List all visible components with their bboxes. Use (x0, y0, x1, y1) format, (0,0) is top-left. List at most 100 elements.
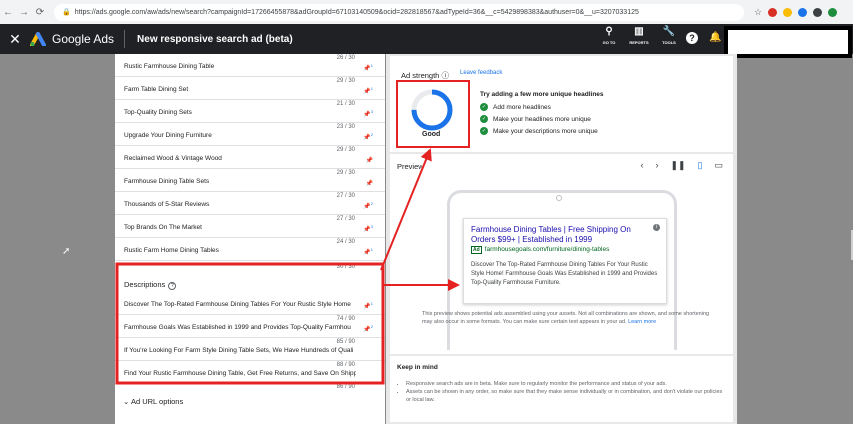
description-row[interactable]: 88 / 90 Find Your Rustic Farmhouse Dinin… (115, 361, 385, 384)
description-text[interactable]: Farmhouse Goals Was Established in 1999 … (124, 324, 356, 331)
pin-icon[interactable]: 📌1 (363, 86, 373, 95)
reload-icon[interactable]: ⟳ (32, 7, 48, 18)
headline-text[interactable]: Upgrade Your Dining Furniture (124, 132, 356, 139)
headline-row[interactable]: Rustic Farmhouse Dining Table 📌1 (115, 54, 385, 77)
pin-icon[interactable]: 📌1 (363, 247, 373, 256)
help-icon[interactable]: ⓘ (441, 71, 449, 80)
back-icon[interactable]: ← (0, 7, 16, 18)
headline-text[interactable]: Farm Table Dining Set (124, 86, 356, 93)
description-row[interactable]: Discover The Top-Rated Farmhouse Dining … (115, 292, 385, 315)
tip-item: ✓ Make your descriptions more unique (480, 127, 598, 135)
google-ads-logo[interactable]: Google Ads (30, 30, 126, 48)
pin-icon[interactable]: 📌2 (363, 201, 373, 210)
headline-row[interactable]: 29 / 30 Farm Table Dining Set 📌1 (115, 77, 385, 100)
desktop-icon[interactable]: ▭ (714, 160, 723, 171)
description-count: 74 / 90 (336, 316, 355, 322)
chevron-left-icon[interactable]: ‹ (640, 160, 643, 171)
headline-text[interactable]: Thousands of 5-Star Reviews (124, 201, 356, 208)
tips-heading: Try adding a few more unique headlines (480, 91, 604, 98)
wrench-icon: 🔧 (662, 26, 676, 37)
description-text[interactable]: If You're Looking For Farm Style Dining … (124, 347, 356, 354)
ad-url-options-toggle[interactable]: ⌄ Ad URL options (123, 397, 183, 406)
info-icon[interactable]: i (653, 224, 660, 231)
headline-text[interactable]: Rustic Farm Home Dining Tables (124, 247, 356, 254)
extension-pen-icon[interactable] (798, 7, 808, 17)
ad-description: Discover The Top-Rated Farmhouse Dining … (471, 262, 658, 286)
keep-in-mind-card: Keep in mind Responsive search ads are i… (390, 356, 733, 422)
pin-icon[interactable]: 📌2 (363, 324, 373, 333)
extension-icons: ☆ (754, 7, 838, 17)
description-row[interactable]: 85 / 90 If You're Looking For Farm Style… (115, 338, 385, 361)
pin-icon[interactable]: 📌 (366, 178, 373, 187)
learn-more-link[interactable]: Learn more (628, 319, 656, 325)
headline-text[interactable]: Top-Quality Dining Sets (124, 109, 356, 116)
headline-count: 30 / 30 (336, 264, 355, 270)
leave-feedback-link[interactable]: Leave feedback (460, 70, 502, 76)
help-icon[interactable]: ? (686, 32, 698, 44)
lock-icon: 🔒 (62, 9, 71, 16)
headline-row[interactable]: 29 / 30 Farmhouse Dining Table Sets 📌 (115, 169, 385, 192)
ad-url-options-label: Ad URL options (130, 397, 184, 406)
description-row[interactable]: 74 / 90 Farmhouse Goals Was Established … (115, 315, 385, 338)
tools-button[interactable]: 🔧 TOOLS (658, 26, 680, 45)
extension-multicolor-icon[interactable] (783, 7, 793, 17)
chevron-right-icon[interactable]: › (655, 160, 658, 171)
pin-icon[interactable]: 📌 (366, 155, 373, 164)
page-title: New responsive search ad (beta) (137, 33, 293, 45)
description-text[interactable]: Find Your Rustic Farmhouse Dining Table,… (124, 370, 356, 377)
description-count: 88 / 90 (336, 362, 355, 368)
headline-text[interactable]: Farmhouse Dining Table Sets (124, 178, 356, 185)
phone-speaker (556, 195, 562, 201)
extension-green-icon[interactable] (828, 7, 838, 17)
headline-count: 27 / 30 (336, 216, 355, 222)
preview-title: Preview (397, 162, 424, 171)
extension-dark-icon[interactable] (813, 7, 823, 17)
tip-item: ✓ Make your headlines more unique (480, 115, 591, 123)
star-icon[interactable]: ☆ (754, 7, 762, 17)
search-icon: ⚲ (605, 26, 613, 37)
headline-row[interactable]: 27 / 30 Top Brands On The Market 📌3 (115, 215, 385, 238)
headline-text[interactable]: Top Brands On The Market (124, 224, 356, 231)
description-text[interactable]: Discover The Top-Rated Farmhouse Dining … (124, 301, 356, 308)
check-circle-icon: ✓ (480, 103, 488, 111)
headline-row[interactable]: 24 / 30 Rustic Farm Home Dining Tables 📌… (115, 238, 385, 261)
pin-icon[interactable]: 📌1 (363, 301, 373, 310)
chevron-down-icon: ⌄ (123, 397, 130, 406)
headline-text[interactable]: Reclaimed Wood & Vintage Wood (124, 155, 356, 162)
pin-icon[interactable]: 📌2 (363, 132, 373, 141)
mouse-cursor-icon: ➚ (62, 246, 71, 257)
pause-icon[interactable]: ❚❚ (670, 160, 685, 171)
ad-headline[interactable]: Farmhouse Dining Tables | Free Shipping … (471, 225, 651, 245)
mobile-icon[interactable]: ▯ (698, 160, 703, 171)
forward-icon[interactable]: → (16, 7, 32, 18)
preview-note: This preview shows potential ads assembl… (422, 311, 710, 325)
pin-icon[interactable]: 📌1 (363, 63, 373, 72)
pin-icon[interactable]: 📌3 (363, 224, 373, 233)
close-icon[interactable]: ✕ (0, 31, 30, 48)
ad-strength-rating: Good (422, 131, 441, 138)
pin-icon[interactable]: 📌3 (363, 109, 373, 118)
go-to-button[interactable]: ⚲ GO TO (598, 26, 620, 45)
keep-in-mind-list: Responsive search ads are in beta. Make … (406, 380, 726, 404)
headline-row[interactable]: 29 / 30 Reclaimed Wood & Vintage Wood 📌 (115, 146, 385, 169)
redacted-account-box (724, 26, 852, 58)
headline-row[interactable]: 21 / 30 Top-Quality Dining Sets 📌3 (115, 100, 385, 123)
address-bar[interactable]: 🔒 https://ads.google.com/aw/ads/new/sear… (54, 3, 744, 21)
app-name: Google Ads (52, 32, 115, 46)
ad-strength-card: Ad strength ⓘ Leave feedback Good Try ad… (390, 56, 733, 152)
ad-strength-gauge (411, 89, 453, 131)
tip-item: ✓ Add more headlines (480, 103, 551, 111)
headline-row[interactable]: 27 / 30 Thousands of 5-Star Reviews 📌2 (115, 192, 385, 215)
phone-mockup: Farmhouse Dining Tables | Free Shipping … (447, 190, 677, 350)
keep-in-mind-title: Keep in mind (397, 364, 438, 371)
ad-tag: Ad (471, 246, 482, 254)
reports-button[interactable]: ▥ REPORTS (628, 26, 650, 45)
headline-text[interactable]: Rustic Farmhouse Dining Table (124, 63, 356, 70)
headline-row[interactable]: 23 / 30 Upgrade Your Dining Furniture 📌2 (115, 123, 385, 146)
list-item: Assets can be shown in any order, so mak… (406, 388, 726, 404)
help-icon[interactable]: ? (168, 282, 177, 290)
list-item: Responsive search ads are in beta. Make … (406, 380, 726, 388)
reports-label: REPORTS (629, 40, 649, 45)
bell-icon[interactable]: 🔔 (709, 32, 721, 43)
extension-red-icon[interactable] (768, 7, 778, 17)
